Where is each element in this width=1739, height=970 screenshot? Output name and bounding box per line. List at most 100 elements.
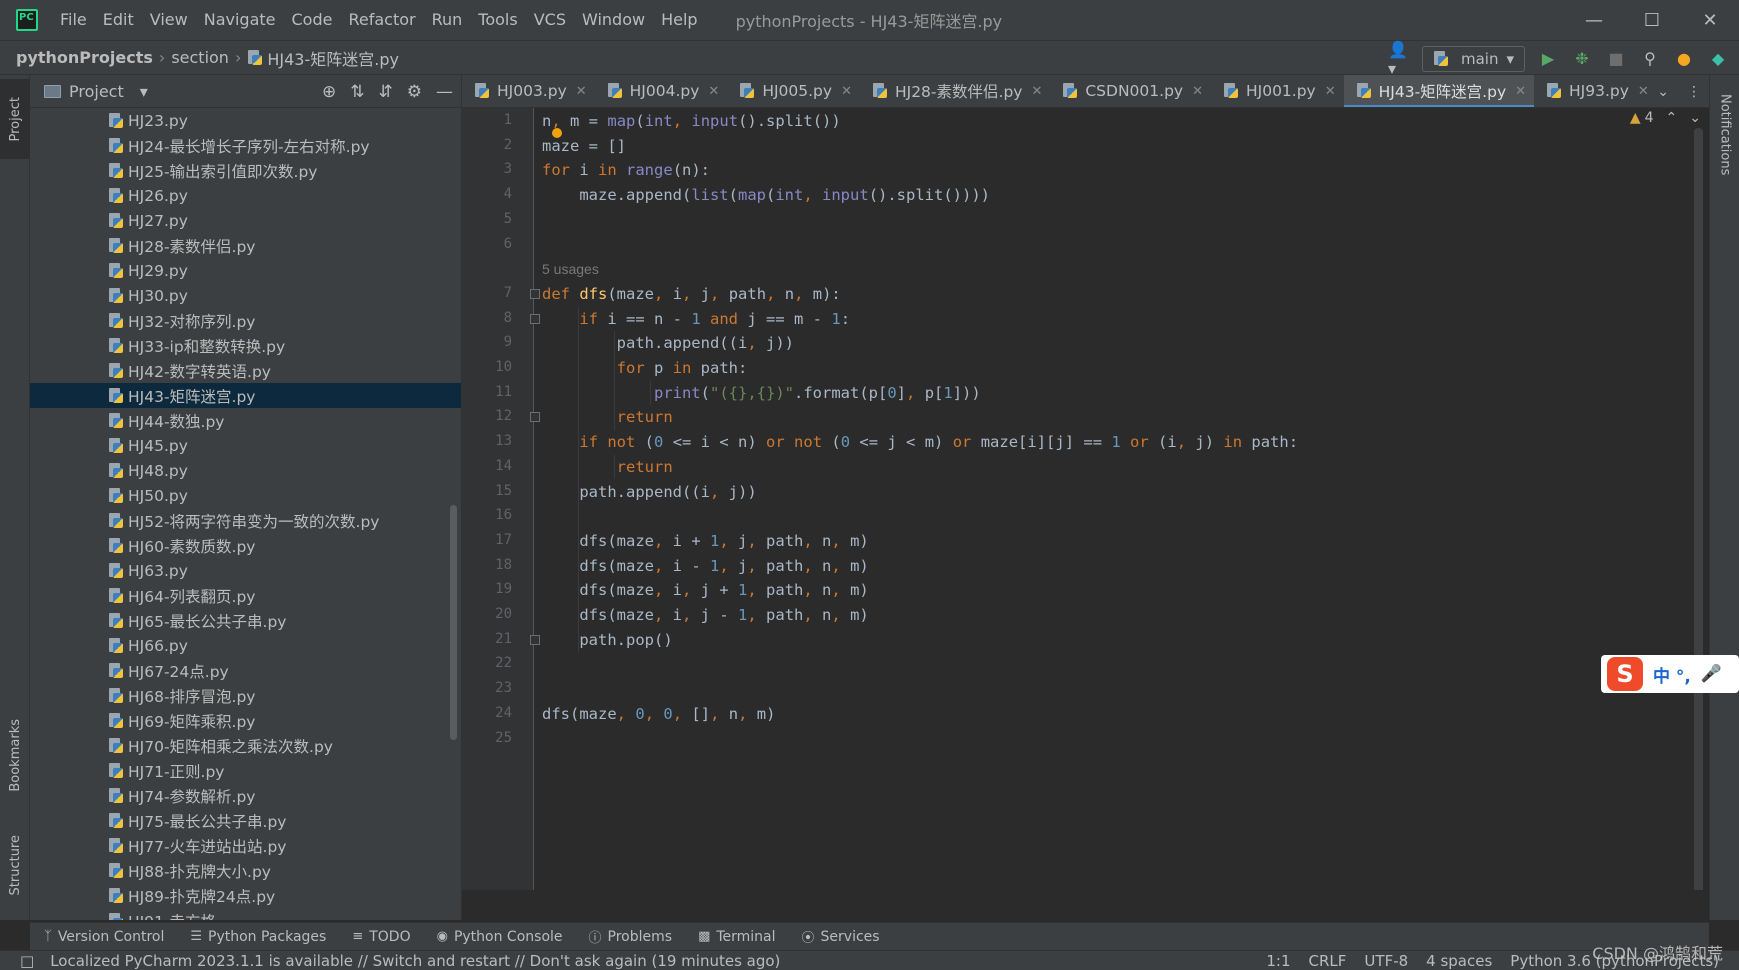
problems-button[interactable]: ⓘ Problems	[589, 927, 673, 947]
menu-help[interactable]: Help	[653, 0, 705, 40]
code-line[interactable]: if i == n - 1 and j == m - 1:	[542, 307, 850, 331]
editor-tab[interactable]: HJ005.py ✕	[727, 75, 860, 107]
breadcrumb-project[interactable]: pythonProjects	[16, 48, 153, 67]
maximize-icon[interactable]: ☐	[1623, 0, 1681, 40]
project-tool-tab[interactable]: Project	[0, 79, 30, 159]
project-tree-item[interactable]: HJ52-将两字符串变为一致的次数.py	[30, 508, 461, 533]
editor-tab[interactable]: CSDN001.py ✕	[1050, 75, 1211, 107]
project-tree-item[interactable]: HJ28-素数伴侣.py	[30, 233, 461, 258]
project-tree-item[interactable]: HJ64-列表翻页.py	[30, 583, 461, 608]
gear-icon[interactable]: ⚙	[407, 82, 422, 102]
code-line[interactable]: dfs(maze, i + 1, j, path, n, m)	[542, 529, 868, 553]
fold-marker-icon[interactable]	[530, 313, 540, 324]
project-tree-item[interactable]: HJ70-矩阵相乘之乘法次数.py	[30, 733, 461, 758]
tab-list-chevron-icon[interactable]: ⌄	[1657, 84, 1669, 100]
close-tab-icon[interactable]: ✕	[576, 84, 587, 99]
menu-navigate[interactable]: Navigate	[196, 0, 284, 40]
project-tree-item[interactable]: HJ29.py	[30, 258, 461, 283]
services-button[interactable]: ⦿ Services	[802, 927, 880, 947]
close-tab-icon[interactable]: ✕	[1638, 84, 1649, 99]
project-tree-item[interactable]: HJ66.py	[30, 633, 461, 658]
project-tree-item[interactable]: HJ89-扑克牌24点.py	[30, 883, 461, 908]
hide-icon[interactable]: —	[436, 82, 453, 102]
project-tree-item[interactable]: HJ44-数独.py	[30, 408, 461, 433]
breadcrumb-file[interactable]: HJ43-矩阵迷宫.py	[247, 46, 399, 70]
code-line[interactable]: print("({},{})".format(p[0], p[1]))	[542, 381, 981, 405]
project-tree-item[interactable]: HJ74-参数解析.py	[30, 783, 461, 808]
code-line[interactable]: n, m = map(int, input().split())	[542, 109, 841, 133]
project-tree-item[interactable]: HJ42-数字转英语.py	[30, 358, 461, 383]
python-packages-button[interactable]: ☰ Python Packages	[190, 929, 326, 945]
editor-tab[interactable]: HJ004.py ✕	[595, 75, 728, 107]
inspection-widget[interactable]: ▲ 4 ⌃ ⌄	[1625, 110, 1705, 126]
menu-tools[interactable]: Tools	[470, 0, 525, 40]
project-tree-item[interactable]: HJ71-正则.py	[30, 758, 461, 783]
collapse-all-icon[interactable]: ⇵	[379, 82, 393, 102]
project-view-select[interactable]: Project ▾	[44, 82, 148, 101]
ime-toolbar[interactable]: S 中 °, 🎤	[1601, 655, 1739, 693]
project-tree-item[interactable]: HJ77-火车进站出站.py	[30, 833, 461, 858]
terminal-button[interactable]: ▩ Terminal	[698, 929, 775, 945]
code-line[interactable]: path.pop()	[542, 628, 672, 652]
line-ending[interactable]: CRLF	[1309, 952, 1347, 970]
project-tree-item[interactable]: HJ43-矩阵迷宫.py	[30, 383, 461, 408]
code-line[interactable]: return	[542, 405, 673, 429]
code-line[interactable]: def dfs(maze, i, j, path, n, m):	[542, 282, 841, 306]
close-tab-icon[interactable]: ✕	[1192, 84, 1203, 99]
project-tree-item[interactable]: HJ45.py	[30, 433, 461, 458]
menu-refactor[interactable]: Refactor	[340, 0, 423, 40]
code-editor[interactable]: 1 2 3 4 5 6 7 8 9 10 11 12 13 14 15 16 17 18 19 20 21 22 23 24 2…	[462, 108, 1709, 890]
close-tab-icon[interactable]: ✕	[708, 84, 719, 99]
project-tree-item[interactable]: HJ68-排序冒泡.py	[30, 683, 461, 708]
stop-icon[interactable]: ■	[1605, 48, 1627, 70]
caret-position[interactable]: 1:1	[1266, 952, 1290, 970]
microphone-icon[interactable]: 🎤	[1701, 664, 1722, 684]
project-tree-item[interactable]: HJ60-素数质数.py	[30, 533, 461, 558]
code-line[interactable]: path.append((i, j))	[542, 480, 756, 504]
fold-marker-icon[interactable]	[530, 288, 540, 299]
menu-vcs[interactable]: VCS	[526, 0, 574, 40]
code-line[interactable]: dfs(maze, i, j + 1, path, n, m)	[542, 578, 868, 602]
code-line[interactable]: for i in range(n):	[542, 158, 710, 182]
menu-code[interactable]: Code	[284, 0, 341, 40]
menu-edit[interactable]: Edit	[95, 0, 142, 40]
close-icon[interactable]: ✕	[1681, 0, 1739, 40]
project-tree-item[interactable]: HJ26.py	[30, 183, 461, 208]
update-icon[interactable]: ●	[1673, 48, 1695, 70]
project-tree-item[interactable]: HJ25-输出索引值即次数.py	[30, 158, 461, 183]
project-tree-item[interactable]: HJ33-ip和整数转换.py	[30, 333, 461, 358]
fold-marker-icon[interactable]	[530, 412, 540, 423]
project-tree-item[interactable]: HJ48.py	[30, 458, 461, 483]
project-tree-item[interactable]: HJ63.py	[30, 558, 461, 583]
version-control-button[interactable]: ᛉ Version Control	[44, 929, 164, 945]
project-tree-item[interactable]: HJ91-走方格	[30, 908, 461, 920]
editor-scrollbar[interactable]	[1694, 128, 1703, 890]
locate-icon[interactable]: ⊕	[322, 82, 336, 102]
notifications-tool-tab[interactable]: Notifications	[1710, 85, 1739, 185]
editor-tab[interactable]: HJ28-素数伴侣.py ✕	[860, 75, 1050, 107]
project-tree-item[interactable]: HJ23.py	[30, 108, 461, 133]
code-line[interactable]: path.append((i, j))	[542, 331, 794, 355]
fold-marker-icon[interactable]	[530, 634, 540, 645]
code-area[interactable]: 5 usages n, m = map(int, input().split())…	[542, 108, 1642, 890]
menu-file[interactable]: File	[52, 0, 95, 40]
status-message[interactable]: □ Localized PyCharm 2023.1.1 is availabl…	[20, 952, 780, 970]
menu-run[interactable]: Run	[424, 0, 471, 40]
jetbrains-ai-icon[interactable]: ◆	[1707, 48, 1729, 70]
project-tree-scrollbar[interactable]	[450, 505, 457, 740]
usages-inlay-hint[interactable]: 5 usages	[542, 257, 599, 281]
code-line[interactable]: dfs(maze, i - 1, j, path, n, m)	[542, 554, 868, 578]
project-tree-item[interactable]: HJ88-扑克牌大小.py	[30, 858, 461, 883]
menu-window[interactable]: Window	[574, 0, 653, 40]
project-tree-item[interactable]: HJ50.py	[30, 483, 461, 508]
project-tree-item[interactable]: HJ27.py	[30, 208, 461, 233]
code-line[interactable]: maze.append(list(map(int, input().split(…	[542, 183, 990, 207]
project-tree-item[interactable]: HJ75-最长公共子串.py	[30, 808, 461, 833]
editor-tab[interactable]: HJ001.py ✕	[1211, 75, 1344, 107]
breadcrumb-folder[interactable]: section	[171, 48, 229, 67]
editor-tab[interactable]: HJ93.py ✕	[1534, 75, 1657, 107]
debug-icon[interactable]: ❉	[1571, 48, 1593, 70]
run-configuration-select[interactable]: main ▾	[1421, 45, 1525, 72]
project-tree-item[interactable]: HJ69-矩阵乘积.py	[30, 708, 461, 733]
close-tab-icon[interactable]: ✕	[1325, 84, 1336, 99]
